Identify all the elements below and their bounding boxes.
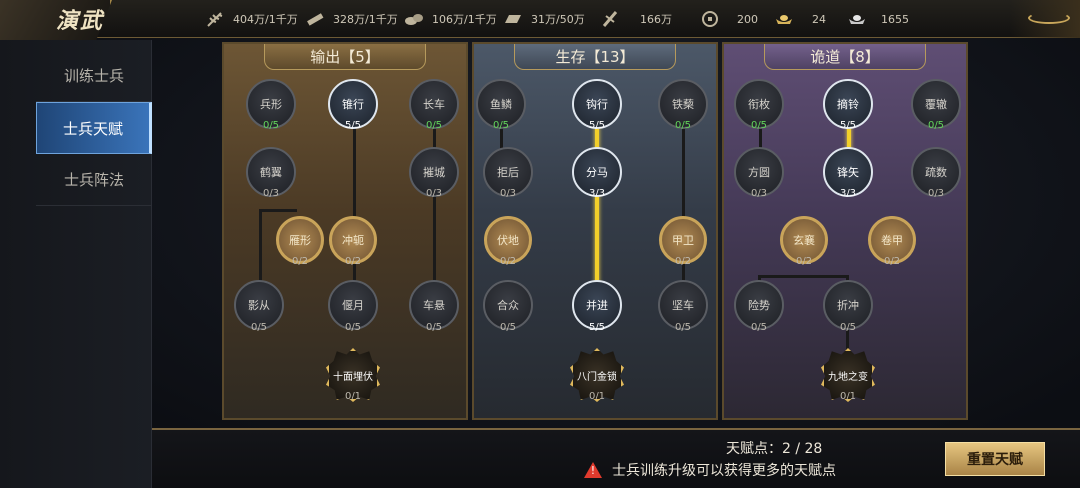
talent-count: 0/5 [839,322,857,333]
talent-count: 3/3 [839,188,857,199]
token-icon [600,11,620,27]
talent-tree-survival: 鱼鳞 0/5 钩行 5/5 铁蔾 0/5 拒后 0/3 分马 3/3 伏地 0/… [472,42,718,420]
talent-count: 0/2 [344,256,362,267]
wheat-amount: 404万/1千万 [233,13,298,26]
talent-count: 0/2 [291,256,309,267]
resource-wheat[interactable]: 404万/1千万 [205,0,298,38]
iron-icon [503,11,523,27]
resource-wood[interactable]: 328万/1千万 [305,0,398,38]
talent-count: 0/2 [883,256,901,267]
talent-tree-output: 兵形 0/5 锥行 5/5 长车 0/5 鹤翼 0/3 摧城 0/3 雁形 0/… [222,42,468,420]
coin-amount: 200 [737,12,758,26]
talent-count: 5/5 [839,120,857,131]
talent-tree-trickery: 衔枚 0/5 摘铃 5/5 覆辙 0/5 方圆 0/3 锋矢 3/3 疏数 0/… [722,42,968,420]
token-amount: 166万 [640,13,672,26]
gold-ingot-amount: 24 [812,12,826,26]
talent-count: 0/3 [262,188,280,199]
resource-stone[interactable]: 106万/1千万 [404,0,497,38]
talent-count: 0/5 [250,322,268,333]
talent-count: 0/5 [674,120,692,131]
talent-count: 0/5 [750,322,768,333]
wheat-icon [205,11,225,27]
wood-amount: 328万/1千万 [333,13,398,26]
talent-count: 0/3 [425,188,443,199]
tab-soldier-formations[interactable]: 士兵阵法 [36,154,152,206]
talent-count: 5/5 [588,322,606,333]
wood-icon [305,11,325,27]
talent-count: 0/5 [425,120,443,131]
tab-label: 士兵阵法 [63,171,124,189]
talent-count: 0/5 [750,120,768,131]
silver-ingot-icon [847,11,867,27]
talent-count: 0/2 [674,256,692,267]
sidebar: 训练士兵 士兵天赋 士兵阵法 [0,40,152,488]
talent-count: 0/5 [425,322,443,333]
mode-title-badge[interactable]: 演武 [0,0,112,40]
talent-count: 0/1 [839,391,857,402]
tab-train-soldiers[interactable]: 训练士兵 [36,50,152,102]
bottom-bar: 天赋点：2 / 28 ! 士兵训练升级可以获得更多的天赋点 重置天赋 [152,428,1080,488]
talent-count: 0/2 [499,256,517,267]
hint-row: ! 士兵训练升级可以获得更多的天赋点 [584,460,836,480]
coin-icon [701,11,721,27]
talent-count: 3/3 [588,188,606,199]
mode-title: 演武 [56,8,105,34]
talent-count: 0/2 [795,256,813,267]
talent-count: 0/3 [750,188,768,199]
resource-bar: 演武 404万/1千万 328万/1千万 106万/1千万 31万/50万 16… [0,0,1080,40]
silver-ingot-amount: 1655 [881,12,909,26]
gold-ingot-icon [774,11,794,27]
talent-count: 0/1 [588,391,606,402]
resource-token[interactable]: 166万 [600,0,672,38]
talent-count: 0/3 [927,188,945,199]
talent-count: 5/5 [344,120,362,131]
resource-iron[interactable]: 31万/50万 [503,0,585,38]
resource-gold-ingot[interactable]: 24 [774,0,826,38]
panel-title: 生存【13】 [514,44,676,70]
back-ornament-button[interactable] [1010,0,1080,38]
talent-count: 0/5 [492,120,510,131]
talent-points: 天赋点：2 / 28 [726,441,823,457]
ornament-swirl-icon [1028,12,1070,24]
talent-count: 0/5 [262,120,280,131]
stone-icon [404,11,424,27]
panel-title: 诡道【8】 [764,44,926,70]
tab-label: 士兵天赋 [62,119,123,138]
talent-count: 5/5 [588,120,606,131]
reset-talents-button[interactable]: 重置天赋 [945,442,1045,476]
talent-count: 0/5 [674,322,692,333]
game-screen: 演武 404万/1千万 328万/1千万 106万/1千万 31万/50万 16… [0,0,1080,488]
talent-count: 0/3 [499,188,517,199]
tab-label: 训练士兵 [63,67,124,85]
talent-count: 0/5 [927,120,945,131]
panel-title: 输出【5】 [264,44,426,70]
stone-amount: 106万/1千万 [432,13,497,26]
resource-coin[interactable]: 200 [701,0,758,38]
talent-count: 0/5 [344,322,362,333]
talent-count: 0/1 [344,391,362,402]
talent-count: 0/5 [499,322,517,333]
tab-soldier-talents[interactable]: 士兵天赋 [36,102,152,154]
iron-amount: 31万/50万 [531,13,585,26]
warning-icon: ! [584,462,602,478]
resource-silver-ingot[interactable]: 1655 [847,0,909,38]
hint-text: 士兵训练升级可以获得更多的天赋点 [612,463,836,479]
